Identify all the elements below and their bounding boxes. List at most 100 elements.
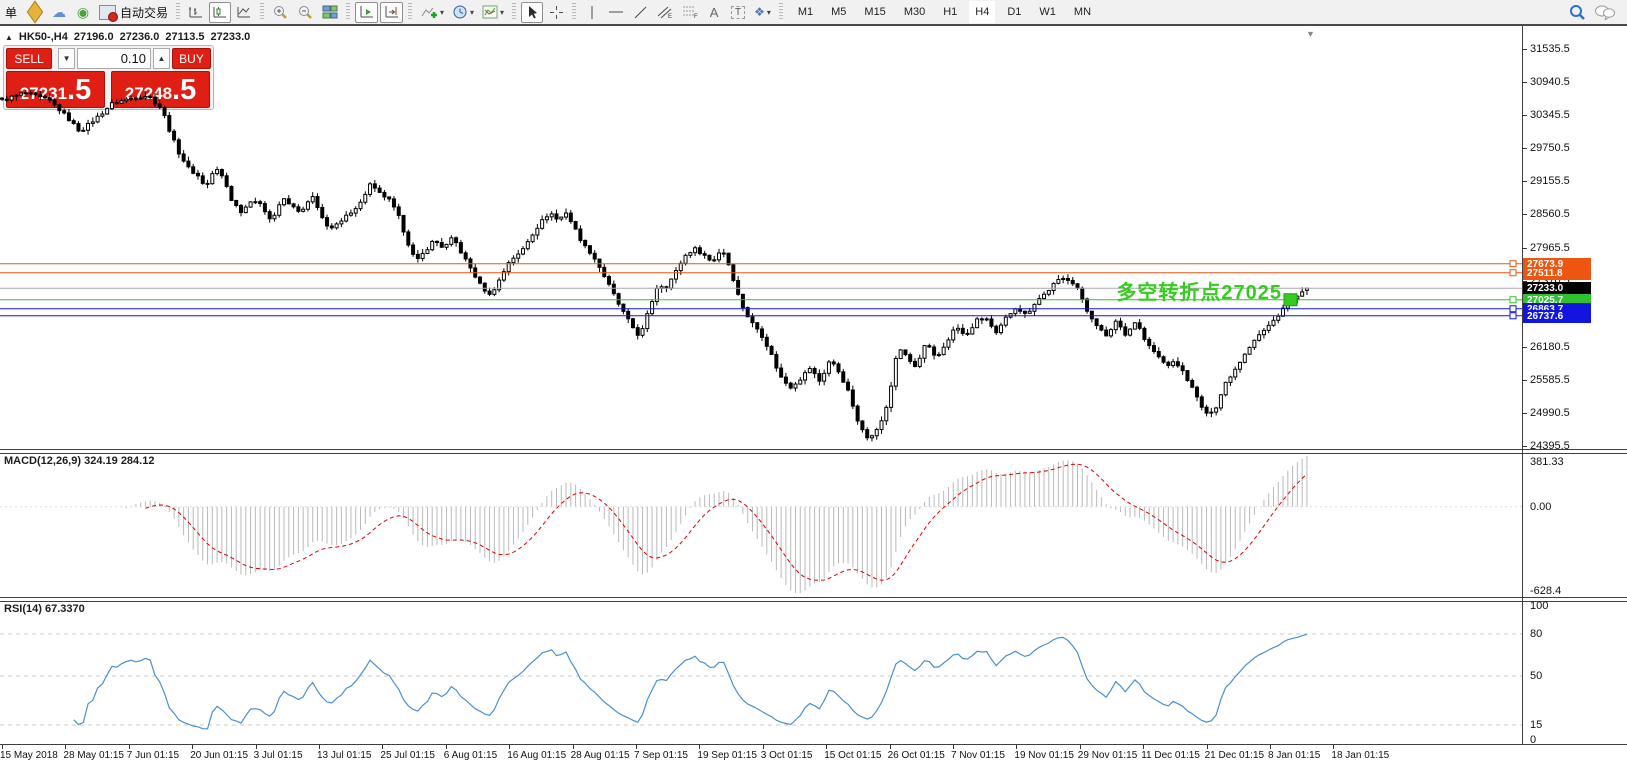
text-button[interactable]: A [703,2,725,23]
timeframe-mn[interactable]: MN [1068,1,1097,23]
candle-body [536,228,539,235]
candle-body [182,154,185,161]
turning-point-marker[interactable] [1284,294,1297,306]
candle-body [1224,382,1227,394]
horizontal-line-button[interactable] [605,2,627,23]
timeframe-m5[interactable]: M5 [825,1,852,23]
chat-icon[interactable] [1591,2,1619,23]
candle-body [464,253,467,259]
macd-plot[interactable] [0,452,1522,597]
rsi-plot[interactable] [0,600,1522,744]
date-axis-label: 7 Nov 01:15 [951,750,1005,761]
rsi-axis-label: 0 [1530,734,1536,746]
bar-chart-type-button[interactable] [185,2,207,23]
candle-body [1114,321,1117,329]
candle-body [158,104,161,108]
candle-body [985,319,988,320]
timeframe-w1[interactable]: W1 [1033,1,1062,23]
candle-body [211,174,214,184]
search-icon[interactable] [1565,2,1589,23]
candle-body [741,294,744,307]
date-axis-label: 21 Dec 01:15 [1205,750,1265,761]
timeframe-d1[interactable]: D1 [1001,1,1027,23]
candle-body [82,130,85,131]
candle-body [966,333,969,334]
candle-body [909,355,912,362]
profiles-icon[interactable] [24,2,46,23]
turning-point-annotation[interactable]: 多空转折点27025 [1116,276,1282,305]
autotrading-button[interactable]: 自动交易 [96,2,171,23]
candle-body [72,121,75,124]
candle-body [101,114,104,116]
cloud-icon[interactable]: ☁ [48,2,70,23]
candle-body [120,101,123,103]
macd-splitter[interactable] [0,449,1627,454]
chart-shift-button[interactable] [380,2,403,23]
candle-body [479,277,482,283]
candle-body [1301,292,1304,296]
candle-body [20,93,23,95]
shapes-button[interactable]: ❖▾ [751,2,774,23]
rsi-axis-label: 100 [1530,600,1548,612]
level-line-handle[interactable] [1510,297,1516,303]
candle-body [880,421,883,430]
candle-body [1138,323,1141,329]
new-order-button[interactable]: 单 [0,2,22,23]
candle-body [369,184,372,195]
rsi-splitter[interactable] [0,597,1627,602]
date-axis-label: 13 Jul 01:15 [317,750,372,761]
line-chart-type-button[interactable] [233,2,255,23]
cursor-button[interactable] [521,2,543,23]
candle-body [5,99,8,100]
text-label-button[interactable]: T [727,2,749,23]
timeframe-m15[interactable]: M15 [858,1,891,23]
timeframe-m1[interactable]: M1 [792,1,819,23]
price-chart-plot[interactable] [0,27,1522,450]
date-axis-tick [1143,745,1144,749]
candle-body [53,100,56,105]
candle-body [359,202,362,208]
candle-body [522,249,525,254]
candle-body [139,98,142,99]
candle-body [823,373,826,381]
signals-icon[interactable]: ◉ [72,2,94,23]
crosshair-button[interactable] [545,2,567,23]
candle-body [1243,354,1246,362]
zoom-in-button[interactable] [269,2,292,23]
templates-button[interactable]: ▾ [479,2,507,23]
candle-body [1043,294,1046,298]
candle-body [1162,357,1165,362]
vertical-line-button[interactable] [581,2,603,23]
indicators-button[interactable]: ▾ [417,2,447,23]
price-axis-label: 31535.5 [1530,43,1570,55]
chart-window[interactable]: ▲ HK50-,H4 27196.0 27236.0 27113.5 27233… [0,26,1627,767]
timeframe-h4[interactable]: H4 [969,1,995,23]
candle-body [990,319,993,326]
periods-button[interactable]: ▾ [449,2,477,23]
timeframe-m30[interactable]: M30 [898,1,931,23]
candle-body [526,242,529,249]
candle-body [1215,408,1218,412]
date-axis-tick [446,745,447,749]
candlestick-chart-type-button[interactable] [209,2,231,23]
candle-body [913,361,916,366]
candle-body [416,254,419,258]
rsi-label: RSI(14) 67.3370 [4,603,85,615]
fibonacci-button[interactable]: F [678,2,701,23]
level-line-handle[interactable] [1510,261,1516,267]
price-axis-tick [1522,49,1527,50]
candle-body [1129,329,1132,335]
autoscroll-button[interactable] [355,2,378,23]
candle-body [837,364,840,372]
timeframe-h1[interactable]: H1 [937,1,963,23]
candle-body [1282,308,1285,316]
zoom-out-button[interactable] [294,2,317,23]
candle-body [1066,278,1069,280]
price-axis-label: 30940.5 [1530,76,1570,88]
level-line-handle[interactable] [1510,270,1516,276]
level-line-handle[interactable] [1510,306,1516,312]
level-line-handle[interactable] [1510,313,1516,319]
equidistant-channel-button[interactable]: E [653,2,676,23]
tile-windows-button[interactable] [319,2,341,23]
trendline-button[interactable] [629,2,651,23]
